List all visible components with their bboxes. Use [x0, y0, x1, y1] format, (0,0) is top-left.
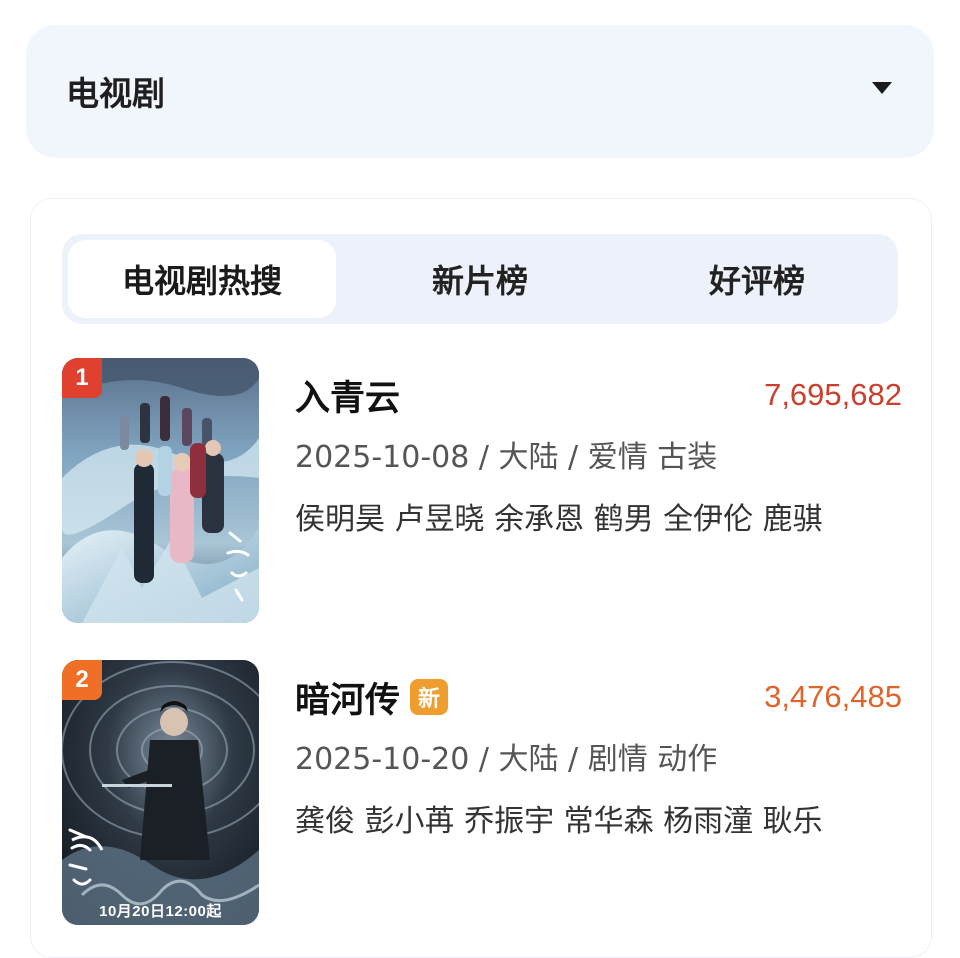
list-item[interactable]: 2 10月20日12:00起 暗河传 新 3,476,485 2025-10-2… [62, 660, 902, 925]
category-dropdown[interactable]: 电视剧 [26, 25, 934, 158]
heat-value: 7,695,682 [764, 377, 902, 412]
item-meta: 2025-10-20 / 大陆 / 剧情 动作 [295, 742, 718, 777]
tab-tv-hot-search[interactable]: 电视剧热搜 [68, 240, 336, 318]
tab-bar: 电视剧热搜 新片榜 好评榜 [62, 234, 898, 324]
new-badge: 新 [410, 679, 449, 715]
category-label: 电视剧 [66, 74, 165, 113]
rank-badge: 1 [62, 358, 102, 398]
poster-image[interactable]: 1 [62, 358, 259, 623]
item-cast: 龚俊 彭小苒 乔振宇 常华森 杨雨潼 耿乐 [295, 804, 823, 839]
tab-new-releases[interactable]: 新片榜 [346, 240, 614, 318]
heat-value: 3,476,485 [764, 679, 902, 714]
rank-badge: 2 [62, 660, 102, 700]
tab-top-rated[interactable]: 好评榜 [622, 240, 892, 318]
item-cast: 侯明昊 卢昱晓 余承恩 鹤男 全伊伦 鹿骐 [295, 502, 823, 537]
poster-image[interactable]: 2 10月20日12:00起 [62, 660, 259, 925]
poster-caption: 10月20日12:00起 [99, 903, 222, 920]
list-item[interactable]: 1 入青云 7,695,682 2025-10-08 / 大陆 / 爱情 古装 … [62, 358, 902, 623]
item-meta: 2025-10-08 / 大陆 / 爱情 古装 [295, 440, 718, 475]
item-title[interactable]: 暗河传 [295, 672, 400, 723]
chevron-down-icon[interactable] [872, 82, 892, 94]
item-title[interactable]: 入青云 [295, 370, 400, 421]
